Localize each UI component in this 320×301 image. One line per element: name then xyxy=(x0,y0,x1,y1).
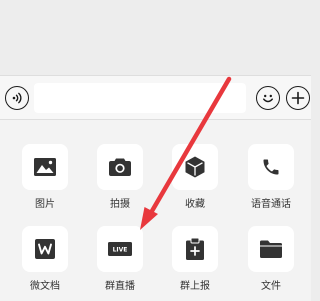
panel-item-voice-call-box[interactable] xyxy=(248,144,294,190)
panel-item-micro-document-label: 微文档 xyxy=(30,281,60,292)
panel-item-group-live-label: 群直播 xyxy=(105,281,135,292)
panel-item-image-label: 图片 xyxy=(35,199,55,210)
panel-item-camera[interactable]: 拍摄 xyxy=(89,144,151,211)
panel-item-file-box[interactable] xyxy=(248,226,294,272)
panel-item-file-label: 文件 xyxy=(261,281,281,292)
panel-item-file[interactable]: 文件 xyxy=(240,226,302,293)
chat-screen: 图片 拍摄 收藏 语音通话 微文档 LIVE 群直播 群上报 文件 xyxy=(0,0,311,301)
panel-item-group-live-box[interactable]: LIVE xyxy=(97,226,143,272)
voice-toggle-button[interactable] xyxy=(5,86,29,110)
panel-item-group-report[interactable]: 群上报 xyxy=(164,226,226,293)
panel-item-image-box[interactable] xyxy=(22,144,68,190)
cube-icon xyxy=(185,156,205,178)
image-icon xyxy=(34,158,56,176)
panel-item-voice-call-label: 语音通话 xyxy=(251,199,291,210)
panel-item-favorites-label: 收藏 xyxy=(185,199,205,210)
panel-item-favorites[interactable]: 收藏 xyxy=(164,144,226,211)
phone-icon xyxy=(263,159,279,175)
panel-item-group-report-label: 群上报 xyxy=(180,281,210,292)
message-input[interactable] xyxy=(34,83,246,113)
panel-item-favorites-box[interactable] xyxy=(172,144,218,190)
panel-item-camera-box[interactable] xyxy=(97,144,143,190)
voice-wave-icon xyxy=(12,92,22,104)
emoji-button[interactable] xyxy=(256,86,280,110)
chat-message-area xyxy=(0,0,311,75)
panel-item-micro-document[interactable]: 微文档 xyxy=(14,226,76,293)
document-w-icon xyxy=(35,239,55,259)
clipboard-plus-icon xyxy=(186,238,204,260)
live-icon: LIVE xyxy=(108,242,132,256)
more-functions-button[interactable] xyxy=(286,86,310,110)
more-functions-panel: 图片 拍摄 收藏 语音通话 微文档 LIVE 群直播 群上报 文件 xyxy=(0,120,311,301)
chat-input-bar xyxy=(0,75,311,120)
panel-item-micro-document-box[interactable] xyxy=(22,226,68,272)
live-badge-text: LIVE xyxy=(113,247,128,254)
panel-item-group-report-box[interactable] xyxy=(172,226,218,272)
panel-item-camera-label: 拍摄 xyxy=(110,199,130,210)
panel-item-image[interactable]: 图片 xyxy=(14,144,76,211)
folder-icon xyxy=(260,240,282,258)
smiley-icon xyxy=(263,94,273,103)
camera-icon xyxy=(109,158,131,176)
plus-icon xyxy=(291,91,305,105)
panel-item-voice-call[interactable]: 语音通话 xyxy=(240,144,302,211)
panel-item-group-live[interactable]: LIVE 群直播 xyxy=(89,226,151,293)
